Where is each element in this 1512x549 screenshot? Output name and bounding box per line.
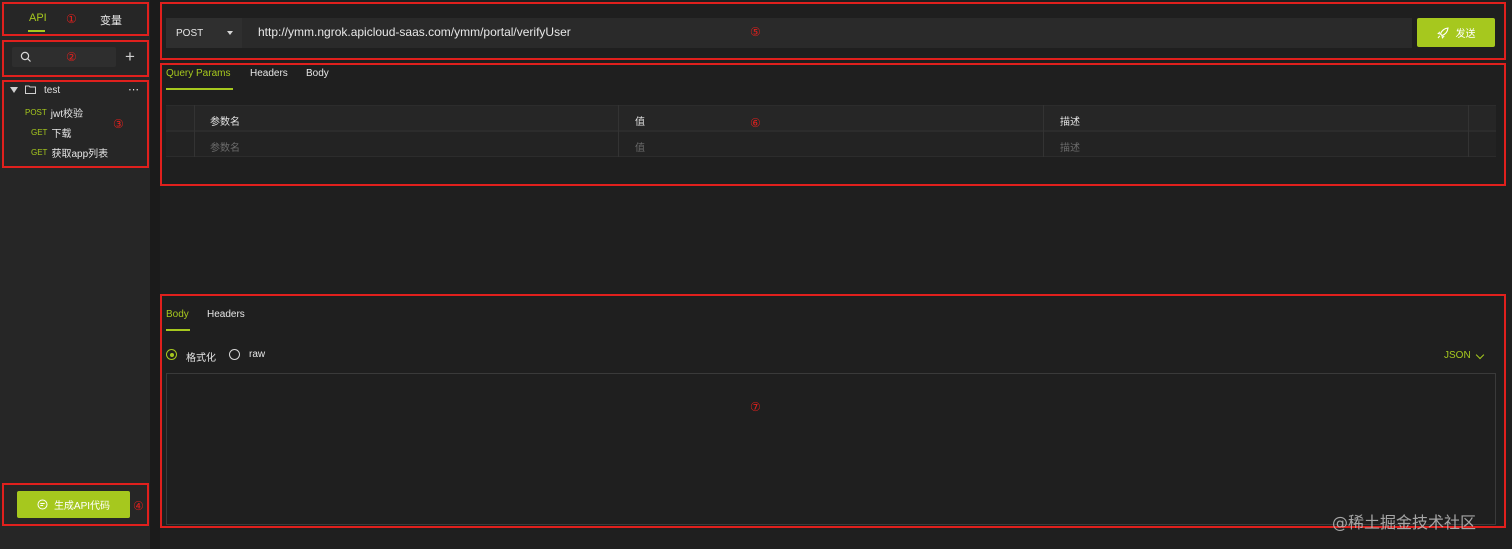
item-label: 下载: [51, 129, 72, 140]
add-icon[interactable]: +: [125, 48, 135, 65]
column-header: 描述: [1060, 117, 1080, 128]
tab-body[interactable]: Body: [306, 68, 329, 79]
radio-raw-label[interactable]: raw: [249, 349, 265, 360]
sidebar-divider[interactable]: [150, 0, 160, 549]
chevron-down-icon: [1475, 350, 1485, 360]
code-icon: [37, 499, 48, 510]
folder-icon: [25, 85, 36, 94]
column-divider: [1043, 105, 1044, 157]
generate-api-code-button[interactable]: 生成API代码: [17, 491, 130, 518]
sidebar-item-download[interactable]: GET 下载: [31, 125, 71, 140]
table-row: 参数名 值 描述: [166, 131, 1496, 157]
param-value-input[interactable]: 值: [635, 139, 645, 154]
tab-underline: [166, 88, 233, 90]
sidebar-item-jwt[interactable]: POST jwt校验: [25, 105, 83, 120]
tab-variables[interactable]: 变量: [100, 12, 122, 28]
send-label: 发送: [1455, 29, 1476, 40]
method-badge: GET: [31, 148, 48, 157]
content-type-select[interactable]: JSON: [1444, 350, 1471, 361]
column-header: 值: [635, 117, 645, 128]
annotation-label-2: ②: [66, 50, 77, 64]
column-header: 参数名: [210, 117, 240, 128]
tab-response-headers[interactable]: Headers: [207, 309, 245, 320]
method-badge: POST: [25, 108, 47, 117]
column-divider: [1468, 105, 1469, 157]
more-icon[interactable]: ⋯: [128, 83, 139, 96]
sidebar-item-app-list[interactable]: GET 获取app列表: [31, 145, 108, 160]
param-name-input[interactable]: 参数名: [210, 139, 240, 154]
url-input[interactable]: http://ymm.ngrok.apicloud-saas.com/ymm/p…: [258, 25, 571, 39]
column-divider: [194, 105, 195, 157]
radio-raw[interactable]: [229, 349, 240, 360]
item-label: jwt校验: [50, 109, 84, 120]
params-table: 参数名 值 描述 参数名 值 描述: [166, 105, 1496, 157]
folder-name[interactable]: test: [44, 85, 60, 96]
table-header-row: 参数名 值 描述: [166, 105, 1496, 131]
tab-response-body[interactable]: Body: [166, 309, 189, 320]
tab-query-params[interactable]: Query Params: [166, 68, 230, 79]
method-badge: GET: [31, 128, 48, 137]
radio-formatted-label[interactable]: 格式化: [186, 349, 216, 364]
tab-api[interactable]: API: [29, 12, 47, 24]
tab-headers[interactable]: Headers: [250, 68, 288, 79]
annotation-label-7: ⑦: [750, 400, 761, 414]
generate-label: 生成API代码: [53, 501, 111, 512]
annotation-label-5: ⑤: [750, 25, 761, 39]
radio-formatted[interactable]: [166, 349, 177, 360]
param-description-input[interactable]: 描述: [1060, 139, 1080, 154]
annotation-label-1: ①: [66, 12, 77, 26]
search-icon: [20, 51, 31, 62]
annotation-label-3: ③: [113, 117, 124, 131]
tab-api-underline: [28, 30, 45, 32]
watermark: @稀土掘金技术社区: [1332, 513, 1477, 532]
tab-underline: [166, 329, 190, 331]
item-label: 获取app列表: [51, 149, 109, 160]
method-select-value: POST: [176, 27, 204, 39]
annotation-label-6: ⑥: [750, 116, 761, 130]
caret-down-icon[interactable]: [10, 87, 18, 93]
annotation-label-4: ④: [133, 499, 144, 513]
caret-down-icon: [227, 31, 233, 35]
column-divider: [618, 105, 619, 157]
response-editor[interactable]: [166, 373, 1496, 525]
send-button[interactable]: 发送: [1417, 18, 1495, 47]
rocket-icon: [1436, 26, 1449, 39]
